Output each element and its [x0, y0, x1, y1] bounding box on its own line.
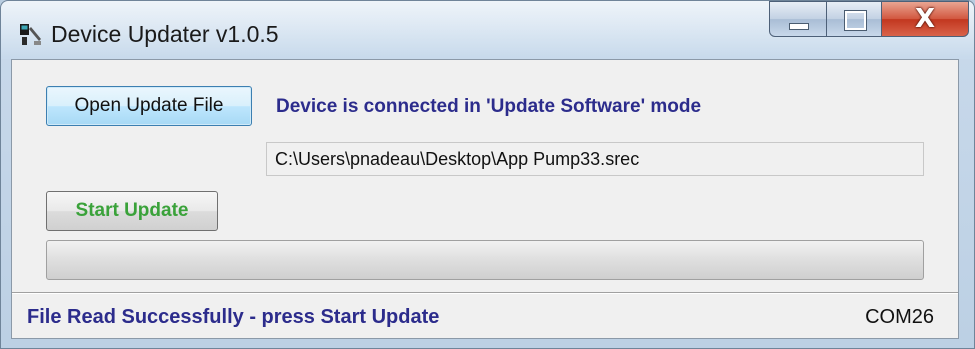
close-button[interactable]: X	[881, 1, 969, 37]
connection-status-text: Device is connected in 'Update Software'…	[276, 96, 702, 117]
client-area: Open Update File Device is connected in …	[11, 59, 959, 339]
minimize-button[interactable]	[769, 1, 827, 37]
window-title: Device Updater v1.0.5	[51, 21, 279, 47]
app-icon	[19, 23, 43, 47]
status-bar-divider	[12, 292, 958, 294]
minimize-icon	[789, 23, 809, 30]
app-window: Device Updater v1.0.5 X Open Update File…	[0, 0, 975, 349]
maximize-icon	[844, 10, 867, 31]
file-path-field: C:\Users\pnadeau\Desktop\App Pump33.srec	[266, 142, 924, 176]
start-update-button[interactable]: Start Update	[46, 191, 218, 231]
maximize-button[interactable]	[826, 1, 882, 37]
close-icon: X	[914, 4, 936, 34]
update-progress-bar	[46, 240, 924, 280]
com-port-label: COM26	[865, 306, 934, 328]
open-update-file-button[interactable]: Open Update File	[46, 86, 252, 126]
title-bar[interactable]: Device Updater v1.0.5 X	[1, 1, 974, 59]
status-message: File Read Successfully - press Start Upd…	[27, 306, 440, 328]
